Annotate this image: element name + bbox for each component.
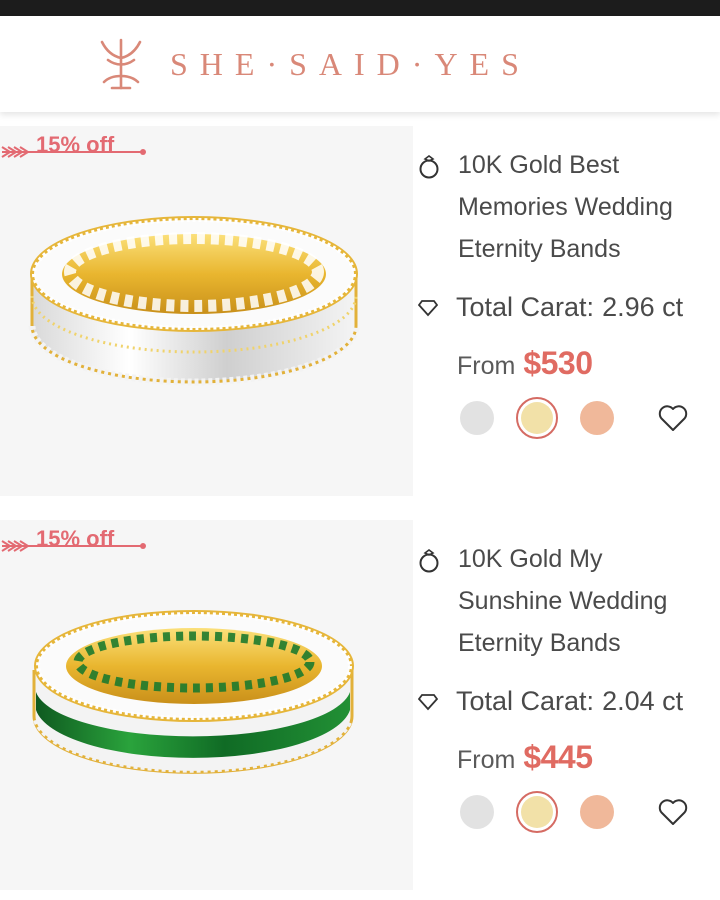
product-title[interactable]: 10K Gold Best Memories Wedding Eternity …: [458, 144, 708, 270]
carat-value: 2.96 ct: [602, 292, 684, 322]
from-label: From: [457, 746, 516, 774]
logo-mark[interactable]: [98, 36, 144, 92]
swatch-rose-gold[interactable]: [580, 401, 614, 435]
carat-label: Total Carat:: [456, 292, 595, 322]
diamond-icon: [418, 693, 438, 710]
swatch-yellow-gold[interactable]: [516, 791, 558, 833]
product-info: 10K Gold Best Memories Wedding Eternity …: [418, 144, 718, 440]
site-header: SHE·SAID·YES: [0, 16, 720, 112]
product-image[interactable]: 15% off: [0, 126, 413, 496]
status-bar: [0, 0, 720, 16]
price: $445: [523, 739, 593, 775]
discount-label: 15% off: [36, 526, 115, 551]
product-image[interactable]: 15% off: [0, 520, 413, 890]
product-card[interactable]: 15% off 10K Gold Best Memories Wedding E…: [0, 126, 720, 520]
heart-icon[interactable]: [658, 404, 688, 432]
ring-icon: [419, 155, 439, 179]
ring-image-emerald: [32, 610, 354, 774]
brand-name[interactable]: SHE·SAID·YES: [170, 46, 531, 83]
carat-value: 2.04 ct: [602, 686, 684, 716]
heart-icon[interactable]: [658, 798, 688, 826]
carat-label: Total Carat:: [456, 686, 595, 716]
product-info: 10K Gold My Sunshine Wedding Eternity Ba…: [418, 538, 718, 834]
price: $530: [523, 345, 593, 381]
from-label: From: [457, 352, 516, 380]
discount-label: 15% off: [36, 132, 115, 157]
metal-swatches: [460, 790, 718, 834]
product-card[interactable]: 15% off 10K Gold My Sunshine Wedding Ete…: [0, 520, 720, 900]
swatch-white-gold[interactable]: [460, 795, 494, 829]
diamond-icon: [418, 299, 438, 316]
ring-image-white: [28, 216, 360, 386]
product-list: 15% off 10K Gold Best Memories Wedding E…: [0, 126, 720, 900]
swatch-white-gold[interactable]: [460, 401, 494, 435]
swatch-yellow-gold[interactable]: [516, 397, 558, 439]
swatch-rose-gold[interactable]: [580, 795, 614, 829]
product-title[interactable]: 10K Gold My Sunshine Wedding Eternity Ba…: [458, 538, 708, 664]
discount-badge: 15% off: [0, 526, 150, 554]
discount-badge: 15% off: [0, 132, 150, 160]
ring-icon: [419, 549, 439, 573]
metal-swatches: [460, 396, 718, 440]
